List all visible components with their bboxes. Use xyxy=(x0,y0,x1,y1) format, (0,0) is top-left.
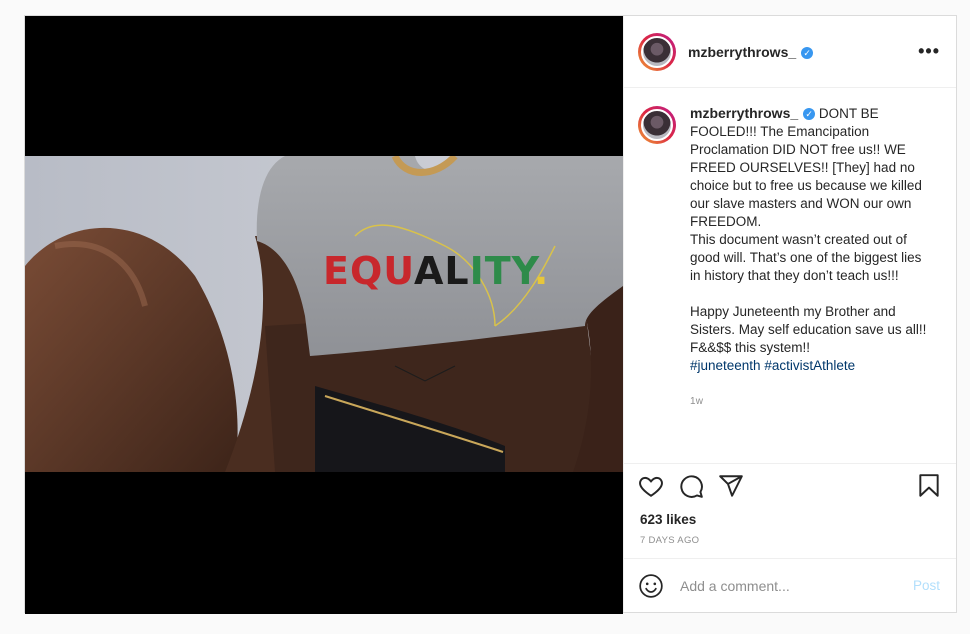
hashtag-juneteenth[interactable]: #juneteenth xyxy=(690,358,761,373)
photo-illustration: EQUALITY. xyxy=(25,156,623,472)
hashtags: #juneteenth #activistAthlete xyxy=(690,357,935,375)
comment-input[interactable] xyxy=(678,576,913,595)
emoji-icon[interactable] xyxy=(638,573,664,599)
post-image[interactable]: EQUALITY. xyxy=(25,16,623,614)
comment-icon[interactable] xyxy=(678,473,704,499)
more-options-icon[interactable]: ••• xyxy=(918,41,940,62)
hashtag-activistathlete[interactable]: #activistAthlete xyxy=(764,358,855,373)
likes-count[interactable]: 623 likes xyxy=(624,508,956,527)
share-icon[interactable] xyxy=(718,473,744,499)
post-header: mzberrythrows_ ✓ ••• xyxy=(624,16,956,88)
post-sidebar: mzberrythrows_ ✓ ••• mzberrythrows_ ✓ DONT… xyxy=(623,16,956,612)
caption-text: DONT BE FOOLED!!! The Emancipation Procl… xyxy=(690,106,927,355)
post-card: EQUALITY. mzberrythrows_ ✓ ••• mzberrythr… xyxy=(24,15,957,614)
heart-icon[interactable] xyxy=(638,473,664,499)
svg-text:EQUALITY.: EQUALITY. xyxy=(323,249,549,293)
post-comment-button[interactable]: Post xyxy=(913,578,940,593)
caption-avatar[interactable] xyxy=(638,106,676,144)
verified-badge-icon: ✓ xyxy=(801,46,814,59)
caption: mzberrythrows_ ✓ DONT BE FOOLED!!! The Em… xyxy=(690,104,935,463)
caption-username[interactable]: mzberrythrows_ ✓ xyxy=(690,105,816,121)
verified-badge-icon: ✓ xyxy=(803,108,816,120)
header-username[interactable]: mzberrythrows_ ✓ xyxy=(688,44,814,60)
bookmark-icon[interactable] xyxy=(916,473,942,499)
time-ago[interactable]: 1w xyxy=(690,393,935,411)
avatar[interactable] xyxy=(638,32,676,71)
caption-section: mzberrythrows_ ✓ DONT BE FOOLED!!! The Em… xyxy=(624,88,956,464)
post-date[interactable]: 7 DAYS AGO xyxy=(624,527,956,558)
comment-bar: Post xyxy=(624,558,956,612)
action-bar xyxy=(624,464,956,508)
